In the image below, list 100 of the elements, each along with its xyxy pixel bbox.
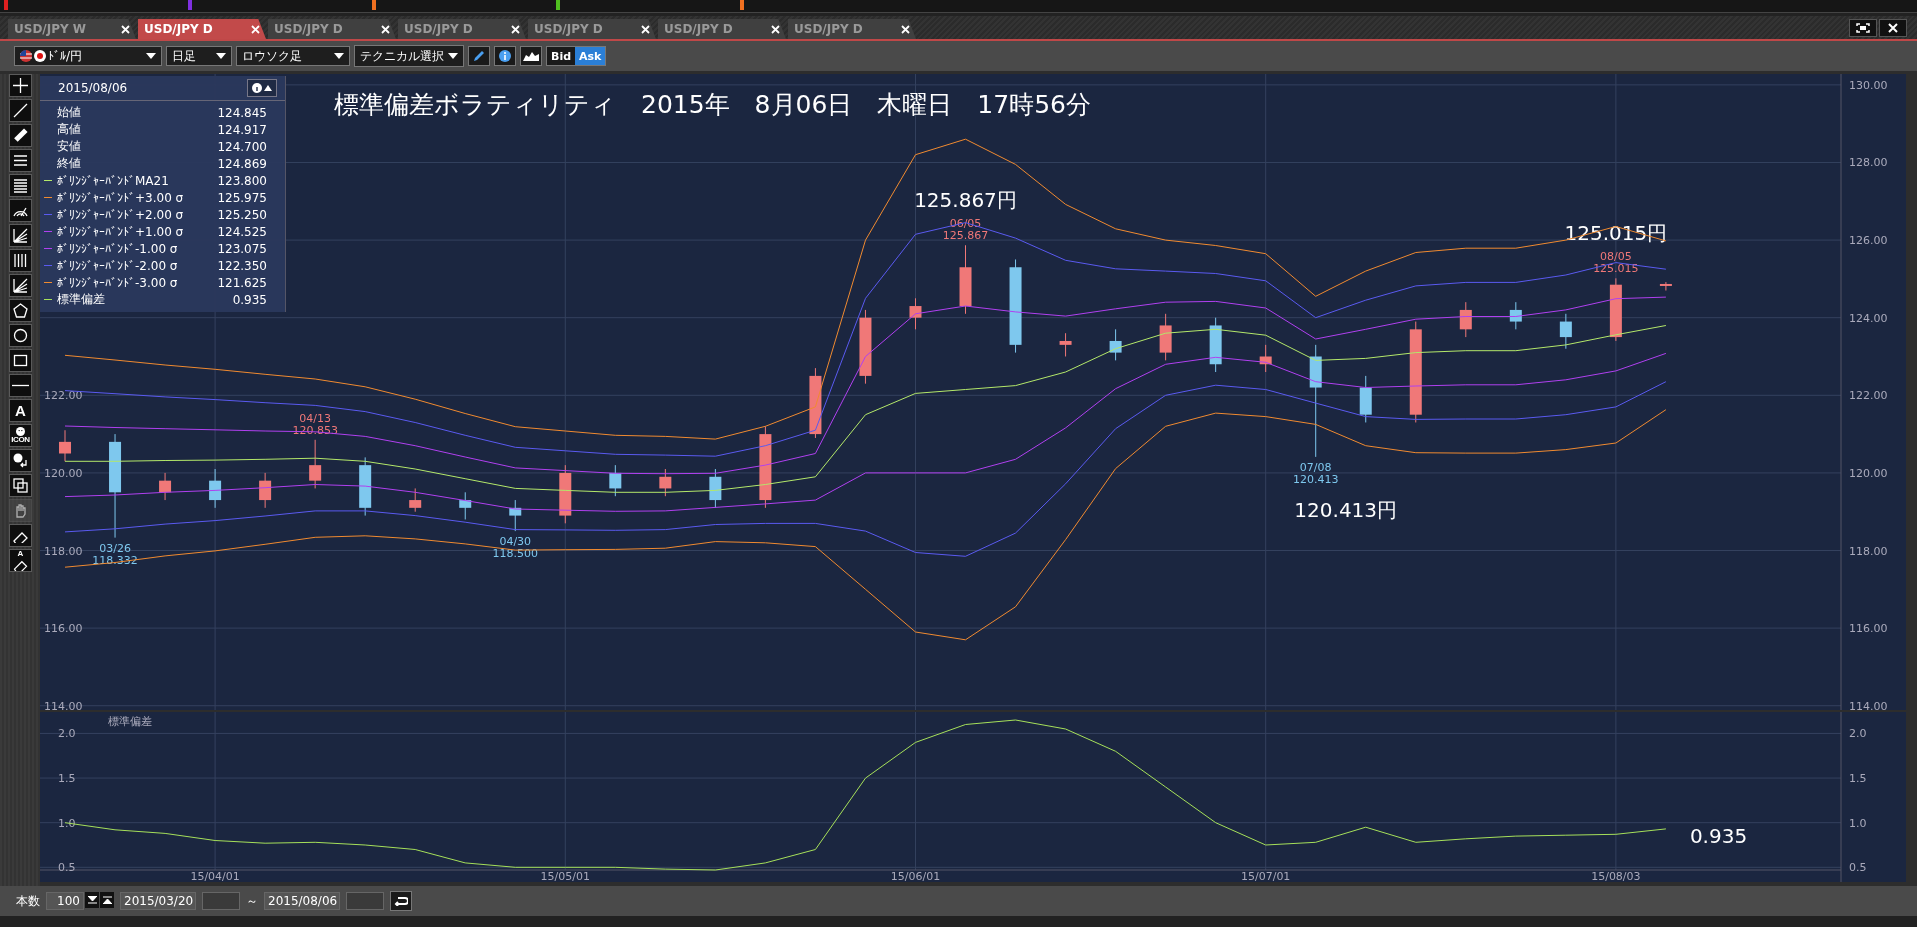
close-button[interactable] (1879, 19, 1907, 37)
close-icon[interactable] (381, 24, 390, 34)
drawing-tool-button[interactable]: A (9, 549, 32, 572)
increment-button[interactable] (100, 892, 114, 908)
chart-tab[interactable]: USD/JPY D (138, 19, 266, 39)
legend-label: ﾎﾞﾘﾝｼﾞｬｰﾊﾞﾝﾄﾞ-2.00 σ (57, 258, 179, 273)
text-tool-glyph: A (15, 403, 26, 418)
legend-label: ﾎﾞﾘﾝｼﾞｬｰﾊﾞﾝﾄﾞ-1.00 σ (57, 241, 179, 256)
drawing-tool-button[interactable]: ICON (9, 424, 32, 447)
close-icon[interactable] (771, 24, 780, 34)
candlestick (1259, 344, 1272, 373)
axis-label: 122.00 (44, 389, 83, 403)
currency-pair-select[interactable]: ﾄﾞﾙ/円 (14, 46, 162, 66)
chart-type-select[interactable]: ロウソク足 (236, 46, 350, 66)
drawing-tool-button[interactable] (9, 199, 32, 222)
price-label: 125.867円 (914, 188, 1017, 213)
info-collapse-button[interactable] (247, 79, 277, 97)
caret-icon (146, 53, 156, 59)
close-icon[interactable] (901, 24, 910, 34)
info-value: 124.917 (217, 122, 267, 137)
chart-tab[interactable]: USD/JPY D (398, 19, 526, 39)
axis-label: 124.00 (1849, 311, 1888, 325)
drawing-tool-button[interactable] (9, 449, 32, 472)
technical-select-button[interactable]: テクニカル選択 (354, 45, 464, 67)
to-time-field[interactable] (346, 892, 384, 910)
candlestick (1159, 313, 1172, 361)
info-value: 125.250 (217, 207, 267, 222)
crosshair-icon (12, 77, 29, 94)
text-tool-glyph: A (17, 550, 24, 558)
axis-label: 118.00 (1849, 544, 1888, 558)
period-select[interactable]: 日足 (166, 46, 232, 66)
close-icon[interactable] (511, 24, 520, 34)
mountain-chart-button[interactable] (520, 46, 542, 66)
info-value: 122.350 (217, 258, 267, 273)
drawing-tool-button[interactable] (9, 174, 32, 197)
count-field[interactable]: 100 (46, 892, 84, 910)
chart-tab[interactable]: USD/JPY D (268, 19, 396, 39)
drawing-tool-button[interactable] (9, 99, 32, 122)
info-value: 123.075 (217, 241, 267, 256)
candlestick (1559, 313, 1572, 350)
info-label: 安値 (57, 138, 82, 155)
quote-toggle[interactable]: Bid (547, 47, 576, 65)
line-icon (12, 102, 29, 119)
axis-label: 0.5 (58, 861, 76, 875)
chart-tab[interactable]: USD/JPY D (528, 19, 656, 39)
drawing-tool-button[interactable] (9, 299, 32, 322)
drawing-tool-button[interactable] (9, 74, 32, 97)
drawing-tool-button[interactable] (9, 124, 32, 147)
candlestick (1609, 277, 1622, 342)
to-date-field[interactable]: 2015/08/06 (264, 892, 340, 910)
axis-label: 116.00 (1849, 622, 1888, 636)
circle-icon (12, 327, 29, 344)
chart-tab[interactable]: USD/JPY D (788, 19, 916, 39)
drawing-tool-button[interactable]: A (9, 399, 32, 422)
axis-label: 15/05/01 (540, 870, 590, 882)
info-button[interactable] (494, 46, 516, 66)
eraser-icon (12, 558, 29, 571)
legend-label: ﾎﾞﾘﾝｼﾞｬｰﾊﾞﾝﾄﾞ+2.00 σ (57, 207, 185, 222)
legend-label: 標準偏差 (57, 291, 106, 308)
candlestick (209, 468, 222, 509)
info-value: 123.800 (217, 173, 267, 188)
caret-icon (334, 53, 344, 59)
chart-tab[interactable]: USD/JPY W (8, 19, 136, 39)
axis-label: 114.00 (44, 699, 83, 710)
axis-label: 15/08/03 (1591, 870, 1641, 882)
candlestick (1359, 375, 1372, 423)
drawing-tool-button[interactable] (9, 349, 32, 372)
drawing-tool-button[interactable] (9, 374, 32, 397)
drawing-tool-button[interactable] (9, 474, 32, 497)
candlestick (359, 456, 372, 517)
maximize-button[interactable] (1849, 19, 1877, 37)
reset-button[interactable] (390, 891, 412, 911)
drawing-tool-button[interactable] (9, 249, 32, 272)
return-icon (394, 896, 408, 906)
us-flag-icon (20, 50, 32, 62)
from-time-field[interactable] (202, 892, 240, 910)
japan-flag-icon (34, 50, 46, 62)
fan-icon (12, 277, 29, 294)
candlestick (59, 429, 71, 462)
close-icon[interactable] (251, 24, 260, 34)
from-date-field[interactable]: 2015/03/20 (120, 892, 196, 910)
close-icon[interactable] (121, 24, 130, 34)
pencil-button[interactable] (468, 46, 490, 66)
axis-label: 116.00 (44, 622, 83, 636)
caret-icon (448, 53, 458, 59)
stamp-tool-label: ICON (11, 436, 30, 444)
rectangle-icon (12, 352, 29, 369)
quote-toggle[interactable]: Ask (575, 47, 606, 65)
candlestick (709, 468, 722, 509)
axis-label: 120.00 (1849, 466, 1888, 480)
candlestick (509, 499, 522, 532)
drawing-tool-button[interactable] (9, 524, 32, 547)
drawing-tool-button[interactable] (9, 149, 32, 172)
decrement-button[interactable] (85, 892, 99, 908)
chart-tab[interactable]: USD/JPY D (658, 19, 786, 39)
drawing-tool-button[interactable] (9, 274, 32, 297)
legend-label: ﾎﾞﾘﾝｼﾞｬｰﾊﾞﾝﾄﾞMA21 (57, 173, 170, 188)
close-icon[interactable] (641, 24, 650, 34)
drawing-tool-button[interactable] (9, 324, 32, 347)
drawing-tool-button[interactable] (9, 224, 32, 247)
